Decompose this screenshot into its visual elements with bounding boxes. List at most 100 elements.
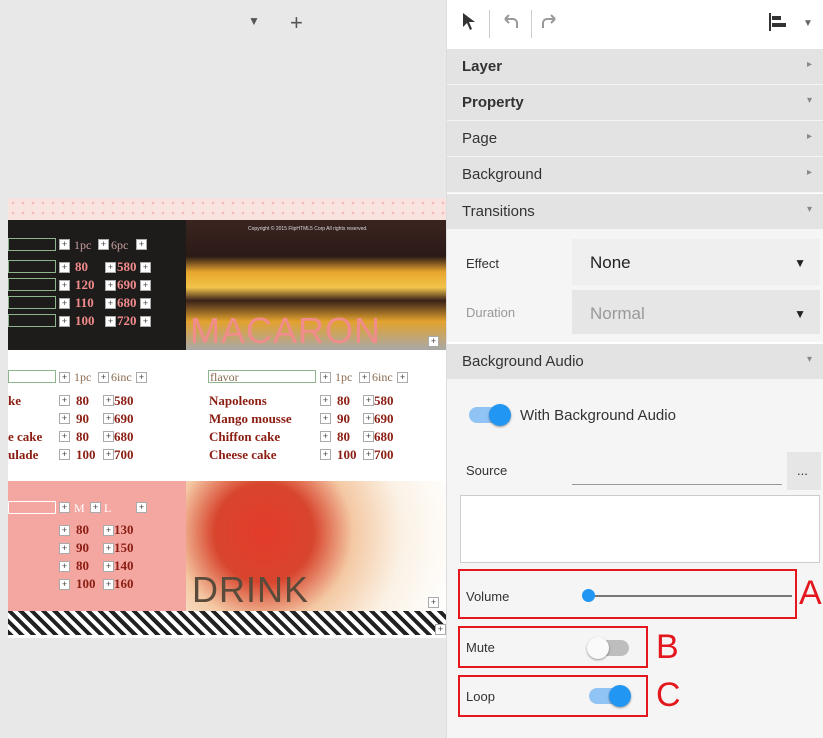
plus-icon[interactable]: +	[59, 395, 70, 406]
plus-icon[interactable]: +	[320, 413, 331, 424]
annotation-marker-b: B	[656, 628, 679, 666]
plus-icon[interactable]: +	[103, 413, 114, 424]
plus-icon[interactable]: +	[59, 502, 70, 513]
plus-icon[interactable]: +	[103, 395, 114, 406]
price-cell: 80	[76, 522, 89, 537]
plus-icon[interactable]: +	[59, 262, 70, 273]
plus-icon[interactable]: +	[320, 395, 331, 406]
plus-icon[interactable]: +	[320, 372, 331, 383]
effect-select[interactable]: None ▼	[572, 239, 820, 285]
plus-icon[interactable]: +	[105, 262, 116, 273]
duration-value: Normal	[590, 304, 645, 323]
plus-icon[interactable]: +	[103, 449, 114, 460]
annotation-marker-c: C	[656, 676, 681, 714]
flavor-cell: ulade	[8, 447, 39, 462]
plus-icon[interactable]: +	[59, 372, 70, 383]
section-page[interactable]: Page ▸	[447, 121, 823, 157]
undo-icon[interactable]	[499, 10, 521, 38]
plus-icon[interactable]: +	[140, 262, 151, 273]
effect-value: None	[590, 253, 631, 272]
plus-icon[interactable]: +	[140, 316, 151, 327]
price-cell: 100	[76, 447, 96, 462]
plus-icon[interactable]: +	[435, 624, 446, 635]
plus-icon[interactable]: +	[90, 502, 101, 513]
annotation-box-mute	[458, 626, 648, 668]
plus-icon[interactable]: +	[136, 502, 147, 513]
source-input[interactable]	[572, 484, 782, 485]
redo-icon[interactable]	[539, 10, 561, 38]
plus-icon[interactable]: +	[140, 280, 151, 291]
plus-icon[interactable]: +	[320, 449, 331, 460]
align-dropdown-icon[interactable]: ▼	[803, 18, 813, 29]
plus-icon[interactable]: +	[140, 298, 151, 309]
section-layer[interactable]: Layer ▸	[447, 49, 823, 85]
section-property[interactable]: Property ▾	[447, 85, 823, 121]
plus-icon[interactable]: +	[359, 372, 370, 383]
plus-icon[interactable]: +	[397, 372, 408, 383]
price-cell: 120	[75, 277, 95, 292]
plus-icon[interactable]: +	[363, 395, 374, 406]
plus-icon[interactable]: +	[428, 597, 439, 608]
price-cell: 690	[117, 277, 137, 292]
plus-icon[interactable]: +	[59, 280, 70, 291]
plus-icon[interactable]: +	[105, 280, 116, 291]
plus-icon[interactable]: +	[59, 431, 70, 442]
plus-icon[interactable]: +	[103, 561, 114, 572]
add-page-icon[interactable]: +	[290, 10, 303, 36]
plus-icon[interactable]: +	[59, 525, 70, 536]
plus-icon[interactable]: +	[103, 543, 114, 554]
section-label: Page	[462, 130, 498, 147]
chevron-down-icon: ▾	[806, 95, 812, 106]
plus-icon[interactable]: +	[105, 316, 116, 327]
annotation-marker-a: A	[799, 574, 822, 612]
plus-icon[interactable]: +	[59, 239, 70, 250]
align-icon[interactable]	[767, 12, 789, 38]
duration-select[interactable]: Normal ▼	[572, 290, 820, 334]
plus-icon[interactable]: +	[98, 239, 109, 250]
price-cell: 680	[117, 295, 137, 310]
column-header: 1pc	[74, 238, 92, 252]
price-cell: 680	[114, 429, 134, 444]
plus-icon[interactable]: +	[103, 431, 114, 442]
plus-icon[interactable]: +	[363, 449, 374, 460]
annotation-box-volume	[458, 569, 797, 619]
plus-icon[interactable]: +	[98, 372, 109, 383]
plus-icon[interactable]: +	[320, 431, 331, 442]
plus-icon[interactable]: +	[428, 336, 439, 347]
section-background-audio[interactable]: Background Audio ▾	[447, 344, 823, 380]
price-cell: 100	[76, 576, 96, 591]
source-browse-button[interactable]: ...	[787, 452, 821, 490]
plus-icon[interactable]: +	[59, 298, 70, 309]
section-background[interactable]: Background ▸	[447, 157, 823, 193]
plus-icon[interactable]: +	[59, 561, 70, 572]
column-header: M	[74, 501, 85, 515]
plus-icon[interactable]: +	[105, 298, 116, 309]
plus-icon[interactable]: +	[103, 525, 114, 536]
audio-file-box[interactable]	[460, 495, 820, 563]
column-header: 6inc	[111, 370, 132, 384]
select-pointer-icon[interactable]	[459, 10, 479, 38]
duration-label: Duration	[466, 305, 516, 320]
plus-icon[interactable]: +	[136, 372, 147, 383]
plus-icon[interactable]: +	[59, 449, 70, 460]
effect-label: Effect	[466, 256, 500, 271]
plus-icon[interactable]: +	[363, 431, 374, 442]
with-background-audio-toggle[interactable]	[469, 404, 511, 426]
price-cell: 80	[76, 558, 89, 573]
plus-icon[interactable]: +	[103, 579, 114, 590]
plus-icon[interactable]: +	[363, 413, 374, 424]
plus-icon[interactable]: +	[136, 239, 147, 250]
plus-icon[interactable]: +	[59, 413, 70, 424]
plus-icon[interactable]: +	[59, 316, 70, 327]
table-cell	[8, 238, 56, 251]
pink-price-panel: + M + L + + 80 + 130 + 90 + 150 + 80 + 1…	[8, 481, 186, 611]
section-label: Background Audio	[462, 353, 584, 370]
section-transitions[interactable]: Transitions ▾	[447, 194, 823, 230]
price-cell: 700	[114, 447, 134, 462]
page-dropdown-icon[interactable]: ▼	[248, 14, 260, 28]
page-canvas[interactable]: ▼ + + 1pc + 6pc + + 80 + 580 + + 120 + 6…	[0, 0, 446, 738]
chevron-right-icon: ▸	[806, 131, 812, 142]
section-label: Property	[462, 94, 524, 111]
plus-icon[interactable]: +	[59, 579, 70, 590]
plus-icon[interactable]: +	[59, 543, 70, 554]
